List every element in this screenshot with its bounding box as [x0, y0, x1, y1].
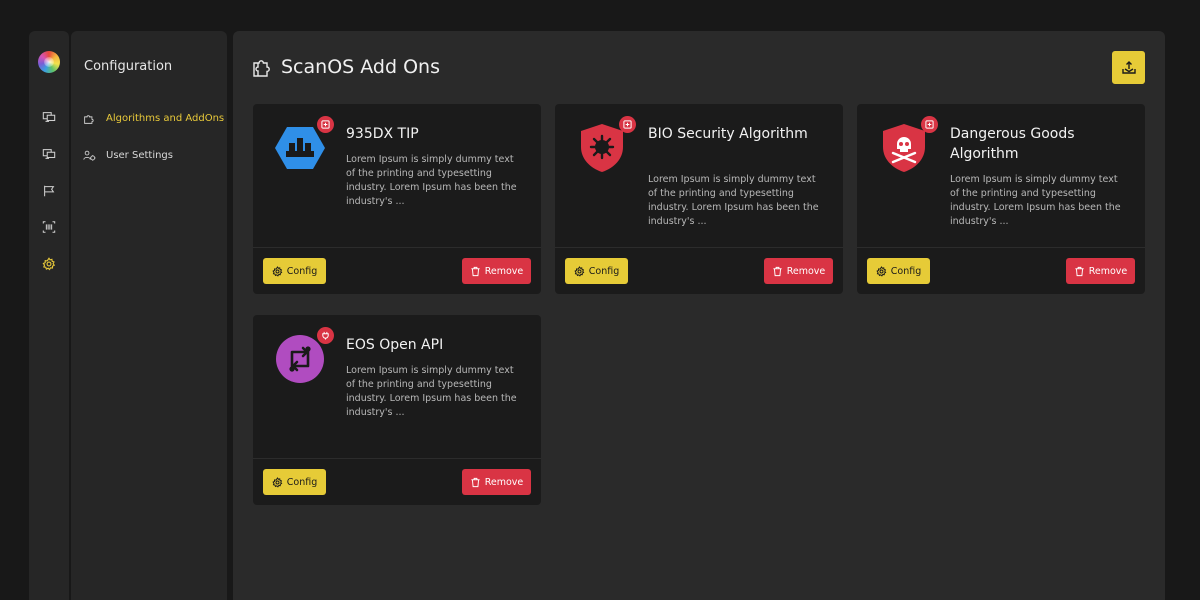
card-description: Lorem Ipsum is simply dummy text of the … — [346, 154, 517, 207]
gear-icon — [876, 265, 887, 277]
card-title: Dangerous Goods Algorithm — [950, 126, 1075, 162]
config-button[interactable]: Config — [565, 258, 628, 284]
card-divider — [253, 458, 541, 459]
addon-card: BIO Security Algorithm Lorem Ipsum is si… — [555, 104, 843, 294]
subnav-title: Configuration — [84, 59, 173, 74]
remove-label: Remove — [786, 265, 826, 277]
app-logo — [38, 51, 60, 73]
add-badge[interactable] — [921, 116, 938, 133]
config-button[interactable]: Config — [263, 258, 326, 284]
addon-card: 935DX TIP Lorem Ipsum is simply dummy te… — [253, 104, 541, 294]
puzzle-icon — [253, 60, 270, 77]
trash-icon — [773, 266, 782, 276]
config-label: Config — [588, 265, 620, 277]
monitor-icon[interactable] — [39, 107, 59, 127]
sub-navigation: Configuration Algorithms and AddOns User… — [71, 31, 227, 600]
card-divider — [253, 247, 541, 248]
trash-icon — [471, 266, 480, 276]
user-settings-icon — [83, 150, 96, 161]
gear-icon — [272, 476, 283, 488]
trash-icon — [471, 477, 480, 487]
trash-icon — [1075, 266, 1084, 276]
plus-square-icon — [623, 120, 632, 129]
puzzle-icon — [84, 114, 94, 124]
plug-icon — [322, 331, 329, 340]
icon-rail — [29, 31, 69, 600]
barcode-icon[interactable] — [39, 217, 59, 237]
addon-card: EOS Open API Lorem Ipsum is simply dummy… — [253, 315, 541, 505]
card-divider — [555, 247, 843, 248]
subnav-item-user-settings[interactable]: User Settings — [83, 145, 173, 165]
add-badge[interactable] — [317, 116, 334, 133]
config-button[interactable]: Config — [263, 469, 326, 495]
gear-icon[interactable] — [39, 254, 59, 274]
card-title: 935DX TIP — [346, 126, 419, 142]
config-label: Config — [286, 476, 318, 488]
subnav-item-algorithms[interactable]: Algorithms and AddOns — [83, 108, 224, 128]
config-label: Config — [890, 265, 922, 277]
export-icon — [1121, 60, 1136, 74]
subnav-item-label: User Settings — [106, 149, 173, 161]
remove-button[interactable]: Remove — [462, 469, 531, 495]
export-button[interactable] — [1112, 51, 1145, 84]
card-title: BIO Security Algorithm — [648, 126, 808, 142]
subnav-item-label: Algorithms and AddOns — [106, 112, 225, 124]
card-description: Lorem Ipsum is simply dummy text of the … — [648, 174, 819, 227]
flag-icon[interactable] — [39, 181, 59, 201]
config-button[interactable]: Config — [867, 258, 930, 284]
add-badge[interactable] — [619, 116, 636, 133]
card-description: Lorem Ipsum is simply dummy text of the … — [346, 365, 517, 418]
gear-icon — [574, 265, 585, 277]
card-description: Lorem Ipsum is simply dummy text of the … — [950, 174, 1121, 227]
main-content: ScanOS Add Ons 935DX TIP Lorem Ipsum is … — [233, 31, 1165, 600]
remove-label: Remove — [1088, 265, 1128, 277]
monitor-icon[interactable] — [39, 144, 59, 164]
remove-button[interactable]: Remove — [764, 258, 833, 284]
plus-square-icon — [321, 120, 330, 129]
page-title-text: ScanOS Add Ons — [281, 56, 440, 78]
page-title: ScanOS Add Ons — [251, 55, 440, 79]
card-divider — [857, 247, 1145, 248]
addon-card: Dangerous Goods Algorithm Lorem Ipsum is… — [857, 104, 1145, 294]
remove-button[interactable]: Remove — [1066, 258, 1135, 284]
plus-square-icon — [925, 120, 934, 129]
remove-label: Remove — [484, 265, 524, 277]
plug-badge[interactable] — [317, 327, 334, 344]
gear-icon — [272, 265, 283, 277]
remove-label: Remove — [484, 476, 524, 488]
config-label: Config — [286, 265, 318, 277]
card-title: EOS Open API — [346, 337, 444, 353]
remove-button[interactable]: Remove — [462, 258, 531, 284]
